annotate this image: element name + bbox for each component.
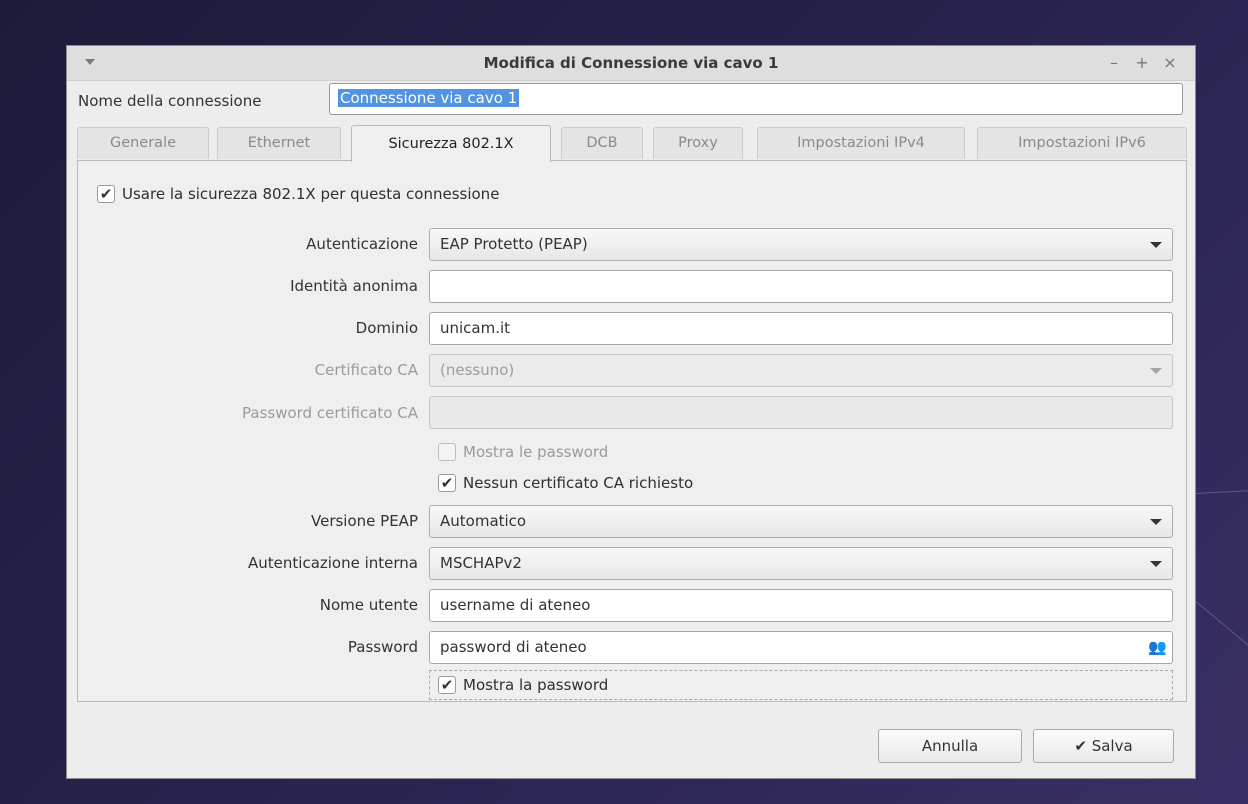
tab-sicurezza-8021x[interactable]: Sicurezza 802.1X [351,125,551,162]
show-passwords-checkbox[interactable] [438,443,456,461]
domain-label: Dominio [355,319,418,337]
anonymous-identity-label: Identità anonima [290,277,418,295]
check-icon: ✔ [1074,737,1087,755]
peap-version-value: Automatico [440,512,527,530]
ca-cert-password-input[interactable] [429,396,1173,429]
anonymous-identity-input[interactable] [429,270,1173,303]
chevron-down-icon [1150,519,1162,525]
show-password-checkbox[interactable]: ✔ [438,676,456,694]
connection-name-value: Connessione via cavo 1 [338,89,520,107]
cancel-button[interactable]: Annulla [878,729,1022,763]
tab-bar: Generale Ethernet Sicurezza 802.1X DCB P… [77,125,1187,162]
no-ca-required-label: Nessun certificato CA richiesto [463,474,694,492]
peap-version-label: Versione PEAP [311,512,418,530]
domain-input[interactable]: unicam.it [429,312,1173,345]
use-8021x-label: Usare la sicurezza 802.1X per questa con… [122,185,500,203]
wallpaper-line [1195,489,1248,494]
minimize-button[interactable]: – [1103,52,1125,74]
connection-name-input[interactable]: Connessione via cavo 1 [329,83,1183,115]
ca-cert-password-label: Password certificato CA [242,404,418,422]
save-button[interactable]: ✔ Salva [1033,729,1174,763]
password-input[interactable]: password di ateneo 👥 [429,631,1173,664]
show-passwords-label: Mostra le password [463,443,609,461]
password-value: password di ateneo [440,638,587,656]
ca-certificate-value: (nessuno) [440,361,515,379]
close-button[interactable]: × [1159,52,1181,74]
inner-auth-value: MSCHAPv2 [440,554,522,572]
security-panel: ✔ Usare la sicurezza 802.1X per questa c… [77,160,1187,702]
peap-version-select[interactable]: Automatico [429,505,1173,538]
wallpaper-line [1194,600,1248,646]
maximize-button[interactable]: + [1131,52,1153,74]
ca-certificate-label: Certificato CA [314,361,418,379]
authentication-value: EAP Protetto (PEAP) [440,235,588,253]
chevron-down-icon [1150,242,1162,248]
tab-dcb[interactable]: DCB [561,127,643,159]
tab-generale[interactable]: Generale [77,127,209,159]
ca-certificate-select[interactable]: (nessuno) [429,354,1173,387]
users-icon[interactable]: 👥 [1148,632,1167,663]
tab-ipv4[interactable]: Impostazioni IPv4 [757,127,965,159]
save-label: Salva [1091,737,1133,755]
tab-ethernet[interactable]: Ethernet [217,127,341,159]
connection-name-row: Nome della connessione Connessione via c… [67,80,1195,122]
window-title: Modifica di Connessione via cavo 1 [483,54,779,72]
authentication-select[interactable]: EAP Protetto (PEAP) [429,228,1173,261]
inner-auth-select[interactable]: MSCHAPv2 [429,547,1173,580]
show-password-label: Mostra la password [463,676,609,694]
connection-name-label: Nome della connessione [78,92,262,110]
title-bar: Modifica di Connessione via cavo 1 – + × [67,46,1195,81]
inner-auth-label: Autenticazione interna [248,554,418,572]
chevron-down-icon [1150,561,1162,567]
chevron-down-icon [1150,368,1162,374]
password-label: Password [347,638,418,656]
authentication-label: Autenticazione [306,235,418,253]
edit-connection-dialog: Modifica di Connessione via cavo 1 – + ×… [66,45,1196,779]
username-label: Nome utente [319,596,418,614]
username-input[interactable]: username di ateneo [429,589,1173,622]
tab-proxy[interactable]: Proxy [653,127,743,159]
use-8021x-checkbox[interactable]: ✔ [97,185,115,203]
tab-ipv6[interactable]: Impostazioni IPv6 [977,127,1187,159]
no-ca-required-checkbox[interactable]: ✔ [438,474,456,492]
